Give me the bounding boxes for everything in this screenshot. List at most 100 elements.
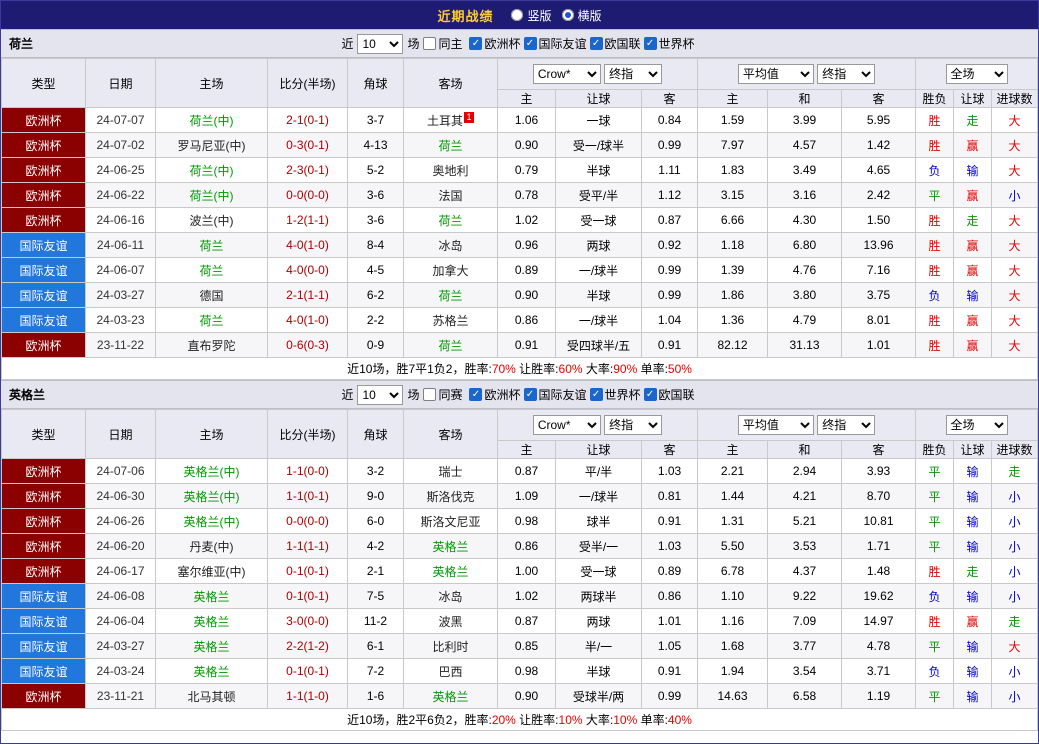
layout-option-vertical[interactable]: 竖版	[511, 7, 552, 24]
handicap-home-odds: 0.91	[497, 332, 556, 358]
handicap-line: 半/一	[555, 633, 642, 659]
corner-stat: 3-6	[347, 207, 404, 233]
summary-text: 90%	[613, 362, 638, 376]
radio-icon[interactable]	[511, 9, 524, 21]
league-filter[interactable]: ✓ 世界杯	[643, 35, 695, 52]
average-stage-select[interactable]: 终指	[817, 415, 876, 435]
avg-draw-odds: 6.80	[767, 232, 843, 258]
odds-stage-select[interactable]: 终指	[604, 64, 663, 84]
match-row: 欧洲杯 24-06-25 荷兰(中) 2-3(0-1) 5-2 奥地利 0.79 半球 1.11…	[1, 157, 1038, 183]
checkbox-icon[interactable]: ✓	[469, 388, 483, 401]
subcol-home-odds: 主	[497, 440, 556, 459]
fulltime-select[interactable]: 全场	[945, 64, 1008, 84]
handicap-line: 受一球	[555, 558, 642, 584]
handicap-home-odds: 1.00	[497, 558, 556, 584]
handicap-home-odds: 0.86	[497, 533, 556, 559]
league-filter[interactable]: ✓ 国际友谊	[523, 35, 587, 52]
avg-draw-odds: 3.16	[767, 182, 843, 208]
result-flag: 平	[915, 508, 955, 534]
bookmaker-select[interactable]: Crow*	[532, 415, 601, 435]
match-type-badge: 欧洲杯	[1, 332, 86, 358]
match-score: 4-0(1-0)	[267, 307, 348, 333]
match-row: 国际友谊 24-03-27 英格兰 2-2(1-2) 6-1 比利时 0.85 半/一 1.05…	[1, 633, 1038, 659]
handicap-line: 一/球半	[555, 483, 642, 509]
checkbox-icon[interactable]: ✓	[469, 37, 483, 50]
checkbox-icon[interactable]: ✓	[523, 37, 537, 50]
checkbox-icon[interactable]: ✓	[523, 388, 537, 401]
checkbox-icon[interactable]: ✓	[643, 388, 657, 401]
result-flag: 平	[915, 483, 955, 509]
bookmaker-select[interactable]: Crow*	[532, 64, 601, 84]
league-filter[interactable]: ✓ 欧洲杯	[469, 35, 521, 52]
handicap-line: 一/球半	[555, 257, 642, 283]
match-row: 欧洲杯 24-06-30 英格兰(中) 1-1(0-1) 9-0 斯洛伐克 1.09 一/球半…	[1, 483, 1038, 509]
match-date: 24-03-27	[85, 282, 156, 308]
odds-stage-select[interactable]: 终指	[604, 415, 663, 435]
avg-home-odds: 1.83	[697, 157, 769, 183]
league-filter[interactable]: ✓ 世界杯	[589, 386, 641, 403]
result-flag: 平	[915, 182, 955, 208]
corner-stat: 4-2	[347, 533, 404, 559]
checkbox-icon[interactable]	[423, 388, 437, 401]
match-row: 国际友谊 24-06-11 荷兰 4-0(1-0) 8-4 冰岛 0.96 两球 0.92 1.1…	[1, 232, 1038, 258]
corner-stat: 2-2	[347, 307, 404, 333]
match-row: 国际友谊 24-06-04 英格兰 3-0(0-0) 11-2 波黑 0.87 两球 1.01 1…	[1, 608, 1038, 634]
handicap-line: 受球半/两	[555, 683, 642, 709]
avg-away-odds: 13.96	[841, 232, 917, 258]
avg-home-odds: 2.21	[697, 458, 769, 484]
checkbox-icon[interactable]: ✓	[589, 388, 603, 401]
recent-label-suffix: 场	[407, 388, 420, 402]
col-type: 类型	[1, 409, 86, 459]
topbar: 近期战绩 竖版 横版	[1, 1, 1038, 29]
match-score: 1-1(0-0)	[267, 458, 348, 484]
layout-option-horizontal[interactable]: 横版	[561, 7, 602, 24]
away-team: 加拿大	[403, 257, 498, 283]
goals-result-flag: 大	[991, 107, 1038, 133]
col-away: 客场	[403, 58, 498, 108]
avg-draw-odds: 7.09	[767, 608, 843, 634]
page-title: 近期战绩	[437, 8, 494, 24]
handicap-result-flag: 走	[953, 558, 993, 584]
checkbox-icon[interactable]: ✓	[643, 37, 657, 50]
checkbox-icon[interactable]	[423, 37, 437, 50]
avg-home-odds: 6.78	[697, 558, 769, 584]
subcol-result: 胜负	[915, 440, 955, 459]
corner-stat: 9-0	[347, 483, 404, 509]
recent-count-select[interactable]: 10	[357, 33, 404, 54]
match-date: 24-03-23	[85, 307, 156, 333]
fulltime-select[interactable]: 全场	[945, 415, 1008, 435]
handicap-home-odds: 0.79	[497, 157, 556, 183]
same-filter[interactable]: 同赛	[423, 386, 462, 403]
match-score: 0-6(0-3)	[267, 332, 348, 358]
average-select[interactable]: 平均值	[737, 415, 814, 435]
average-stage-select[interactable]: 终指	[817, 64, 876, 84]
match-score: 2-1(1-1)	[267, 282, 348, 308]
away-team: 斯洛文尼亚	[403, 508, 498, 534]
avg-home-odds: 1.68	[697, 633, 769, 659]
summary-text: 10%	[558, 713, 583, 727]
match-row: 欧洲杯 24-06-26 英格兰(中) 0-0(0-0) 6-0 斯洛文尼亚 0.98 球半 0…	[1, 508, 1038, 534]
handicap-away-odds: 1.11	[640, 157, 699, 183]
recent-count-select[interactable]: 10	[357, 384, 404, 405]
match-type-badge: 欧洲杯	[1, 132, 86, 158]
matches-body: 欧洲杯 24-07-07 荷兰(中) 2-1(0-1) 3-7 土耳其 1 1.06 一球 0.8…	[1, 107, 1038, 358]
checkbox-icon[interactable]: ✓	[589, 37, 603, 50]
league-filter[interactable]: ✓ 欧国联	[589, 35, 641, 52]
handicap-home-odds: 1.02	[497, 207, 556, 233]
result-flag: 平	[915, 458, 955, 484]
handicap-result-flag: 走	[953, 107, 993, 133]
league-filter[interactable]: ✓ 欧洲杯	[469, 386, 521, 403]
same-filter[interactable]: 同主	[423, 35, 462, 52]
avg-home-odds: 1.36	[697, 307, 769, 333]
col-date: 日期	[85, 409, 156, 459]
summary-text: 70%	[491, 362, 516, 376]
handicap-result-flag: 赢	[953, 307, 993, 333]
league-filter[interactable]: ✓ 欧国联	[643, 386, 695, 403]
league-filter[interactable]: ✓ 国际友谊	[523, 386, 587, 403]
average-select[interactable]: 平均值	[737, 64, 814, 84]
avg-away-odds: 3.75	[841, 282, 917, 308]
handicap-line: 受一/球半	[555, 132, 642, 158]
radio-icon[interactable]	[561, 9, 574, 21]
result-flag: 负	[915, 157, 955, 183]
match-date: 23-11-21	[85, 683, 156, 709]
